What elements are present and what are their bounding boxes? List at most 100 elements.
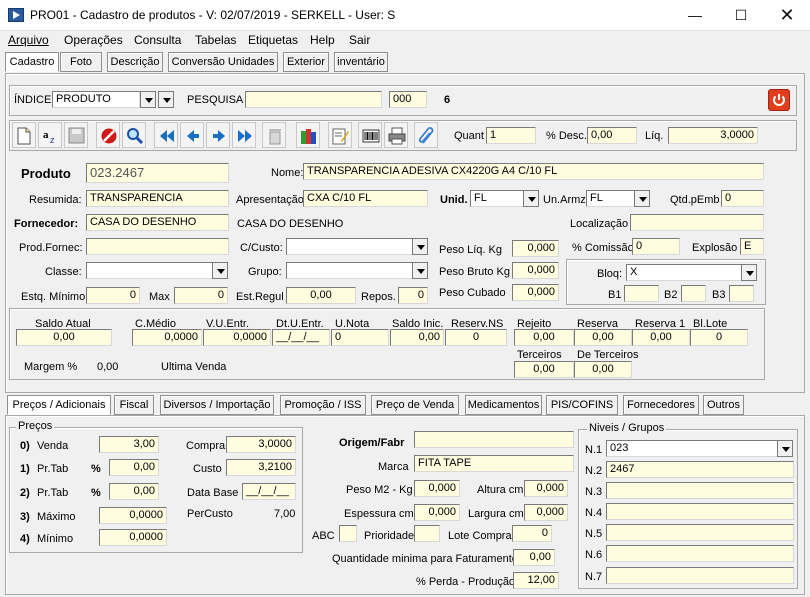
grupo-dropdown-arrow[interactable] xyxy=(412,262,428,279)
prioridade-input[interactable] xyxy=(414,525,440,542)
perda-input[interactable]: 12,00 xyxy=(513,572,559,589)
bloq-dropdown-arrow[interactable] xyxy=(741,264,757,281)
nivel-1-dropdown-arrow[interactable] xyxy=(777,440,793,457)
edit-note-icon[interactable] xyxy=(328,122,352,148)
qtdmin-input[interactable]: 0,00 xyxy=(513,549,555,566)
nivel-7-input[interactable] xyxy=(606,567,794,584)
tab-precos-adicionais[interactable]: Preços / Adicionais xyxy=(7,395,111,415)
preco-maximo-input[interactable]: 0,0000 xyxy=(99,507,167,524)
database-input[interactable]: __/__/__ xyxy=(242,483,296,500)
explosao-input[interactable]: E xyxy=(740,238,764,255)
preco-prtab1-input[interactable]: 0,00 xyxy=(109,459,159,476)
maximize-button[interactable]: ☐ xyxy=(718,0,764,31)
power-icon[interactable] xyxy=(768,89,790,111)
b2-input[interactable] xyxy=(681,285,706,302)
espessura-input[interactable]: 0,000 xyxy=(414,504,460,521)
print-icon[interactable] xyxy=(384,122,408,148)
reserva-input[interactable]: 0,00 xyxy=(574,329,632,346)
dtuentr-input[interactable]: __/__/__ xyxy=(272,329,330,346)
indice-select[interactable]: PRODUTO xyxy=(52,91,140,108)
b1-input[interactable] xyxy=(624,285,659,302)
pesquisa-code-input[interactable]: 000 xyxy=(389,91,427,108)
pesobruto-input[interactable]: 0,000 xyxy=(512,262,559,279)
classe-dropdown-arrow[interactable] xyxy=(212,262,228,279)
deterceiros-input[interactable]: 0,00 xyxy=(574,361,632,378)
menu-help[interactable]: Help xyxy=(310,33,335,47)
rejeito-input[interactable]: 0,00 xyxy=(514,329,574,346)
apresentacao-input[interactable]: CXA C/10 FL xyxy=(303,190,428,207)
comissao-input[interactable]: 0 xyxy=(632,238,680,255)
estregul-input[interactable]: 0,00 xyxy=(286,287,356,304)
ccusto-select[interactable] xyxy=(286,238,413,255)
reserva1-input[interactable]: 0,00 xyxy=(632,329,690,346)
grupo-select[interactable] xyxy=(286,262,413,279)
tab-preco-de-venda[interactable]: Preço de Venda xyxy=(371,395,459,415)
nivel-6-input[interactable] xyxy=(606,545,794,562)
tab-promocao-iss[interactable]: Promoção / ISS xyxy=(280,395,366,415)
desc-input[interactable]: 0,00 xyxy=(587,127,637,144)
unid-select[interactable]: FL xyxy=(470,190,524,207)
menu-consulta[interactable]: Consulta xyxy=(134,33,181,47)
largura-input[interactable]: 0,000 xyxy=(524,504,568,521)
pesom2-input[interactable]: 0,000 xyxy=(414,480,460,497)
paperclip-icon[interactable] xyxy=(414,122,438,148)
previous-record-icon[interactable] xyxy=(180,122,204,148)
unota-input[interactable]: 0 xyxy=(331,329,389,346)
nome-input[interactable]: TRANSPARENCIA ADESIVA CX4220G A4 C/10 FL xyxy=(303,163,764,180)
menu-sair[interactable]: Sair xyxy=(349,33,370,47)
new-document-icon[interactable] xyxy=(12,122,36,148)
estqmin-input[interactable]: 0 xyxy=(86,287,140,304)
tab-foto[interactable]: Foto xyxy=(60,52,102,72)
localizacao-input[interactable] xyxy=(630,214,764,231)
preco-minimo-input[interactable]: 0,0000 xyxy=(99,529,167,546)
custo-input[interactable]: 3,2100 xyxy=(226,459,296,476)
search-icon[interactable] xyxy=(122,122,146,148)
saldoinic-input[interactable]: 0,00 xyxy=(390,329,444,346)
nivel-2-input[interactable]: 2467 xyxy=(606,461,794,478)
tab-pis-cofins[interactable]: PIS/COFINS xyxy=(546,395,618,415)
resumida-input[interactable]: TRANSPARENCIA xyxy=(86,190,229,207)
unarmz-dropdown-arrow[interactable] xyxy=(634,190,650,207)
tab-inventario[interactable]: inventário xyxy=(334,52,388,72)
menu-etiquetas[interactable]: Etiquetas xyxy=(248,33,298,47)
nivel-5-input[interactable] xyxy=(606,524,794,541)
produto-code-input[interactable]: 023.2467 xyxy=(86,163,229,183)
classe-select[interactable] xyxy=(86,262,213,279)
preco-venda-input[interactable]: 3,00 xyxy=(99,436,159,453)
nivel-3-input[interactable] xyxy=(606,482,794,499)
save-icon[interactable] xyxy=(64,122,88,148)
unid-dropdown-arrow[interactable] xyxy=(523,190,539,207)
pesquisa-input[interactable] xyxy=(245,91,382,108)
pesoliq-input[interactable]: 0,000 xyxy=(512,240,559,257)
terceiros-input[interactable]: 0,00 xyxy=(514,361,574,378)
nivel-1-select[interactable]: 023 xyxy=(606,440,778,457)
ccusto-dropdown-arrow[interactable] xyxy=(412,238,428,255)
altura-input[interactable]: 0,000 xyxy=(524,480,568,497)
next-record-icon[interactable] xyxy=(206,122,230,148)
books-icon[interactable] xyxy=(296,122,320,148)
fornecedor-input[interactable]: CASA DO DESENHO xyxy=(86,214,229,231)
tab-diversos-importacao[interactable]: Diversos / Importação xyxy=(160,395,274,415)
tab-medicamentos[interactable]: Medicamentos xyxy=(465,395,542,415)
preco-prtab2-input[interactable]: 0,00 xyxy=(109,483,159,500)
cmedio-input[interactable]: 0,0000 xyxy=(132,329,202,346)
close-button[interactable]: ✕ xyxy=(764,0,810,31)
saldo-input[interactable]: 0,00 xyxy=(16,329,112,346)
liq-input[interactable]: 3,0000 xyxy=(668,127,758,144)
unarmz-select[interactable]: FL xyxy=(586,190,635,207)
qtdemb-input[interactable]: 0 xyxy=(721,190,764,207)
minimize-button[interactable]: — xyxy=(672,0,718,31)
barcode-icon[interactable] xyxy=(358,122,382,148)
menu-operacoes[interactable]: Operações xyxy=(64,33,123,47)
lotecompra-input[interactable]: 0 xyxy=(512,525,552,542)
max-input[interactable]: 0 xyxy=(174,287,228,304)
first-record-icon[interactable] xyxy=(154,122,178,148)
tab-exterior[interactable]: Exterior xyxy=(283,52,329,72)
compra-input[interactable]: 3,0000 xyxy=(226,436,296,453)
reservns-input[interactable]: 0 xyxy=(445,329,507,346)
abc-input[interactable] xyxy=(339,525,357,542)
pesocubado-input[interactable]: 0,000 xyxy=(512,284,559,301)
marca-input[interactable]: FITA TAPE xyxy=(414,455,574,472)
tab-descricao[interactable]: Descrição xyxy=(107,52,163,72)
bloq-select[interactable]: X xyxy=(626,264,742,281)
